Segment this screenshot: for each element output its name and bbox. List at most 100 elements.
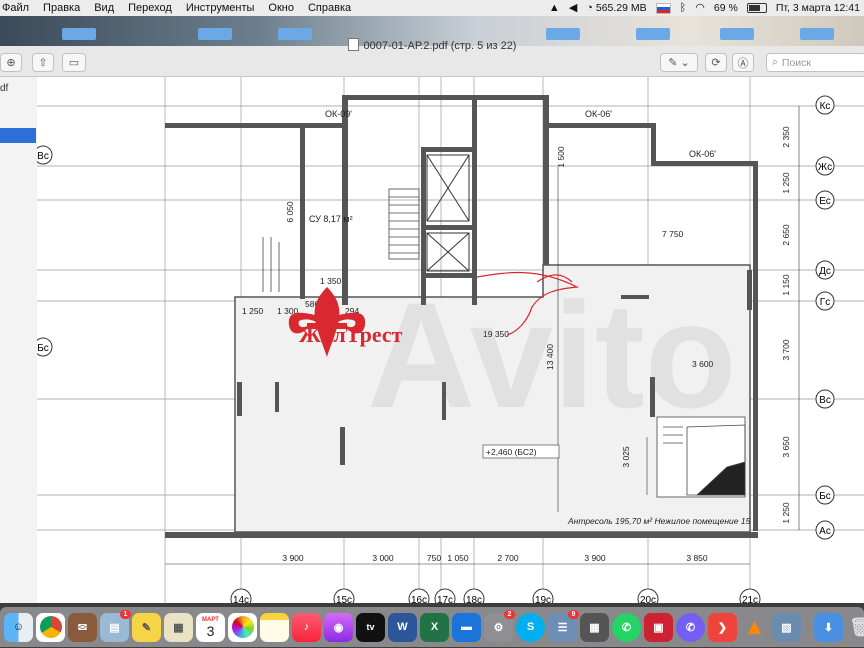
dim-bottom: 2 700	[497, 553, 519, 563]
language-flag-icon[interactable]	[655, 2, 671, 14]
vlc-icon[interactable]: ▲	[740, 613, 769, 642]
status-area: ▲ ◀ ◔ 565.29 MB ᛒ ◠ 69 % Пт, 3 марта 12:…	[549, 0, 860, 16]
menu-view[interactable]: Вид	[87, 2, 121, 14]
axis-label: 19с	[535, 595, 551, 603]
dim-bottom: 3 900	[584, 553, 606, 563]
avito-watermark-text: Avito	[367, 271, 736, 439]
axis-bubble: Вс	[37, 145, 53, 165]
battery-icon[interactable]	[746, 3, 767, 13]
menu-bar: Файл Правка Вид Переход Инструменты Окно…	[0, 0, 864, 16]
axis-bubble: 19с	[532, 588, 554, 603]
dim-right: 1 250	[781, 172, 791, 194]
dim-right: 1 250	[781, 502, 791, 524]
word-icon[interactable]: W	[388, 612, 417, 642]
battery-percent[interactable]: 69 %	[714, 2, 738, 14]
pdf-document-icon	[347, 38, 359, 51]
axis-bubble: 16с	[408, 588, 430, 603]
document-canvas[interactable]: Кс Жс Ес Дс Гс Вс Бс Ас Вс Бс 14с 15с 16…	[37, 77, 864, 603]
axis-bubble: 21с	[739, 588, 761, 603]
rotate-icon[interactable]: ⟳	[705, 53, 727, 72]
floor-plan-drawing: Кс Жс Ес Дс Гс Вс Бс Ас Вс Бс 14с 15с 16…	[37, 77, 864, 603]
menu-tools[interactable]: Инструменты	[179, 2, 262, 14]
menu-go[interactable]: Переход	[121, 2, 179, 14]
settings-icon[interactable]: ⚙ 2	[484, 609, 515, 642]
whatsapp-icon[interactable]: ✆	[612, 612, 641, 642]
axis-bubbles-bottom: 14с 15с 16с 17с 18с 19с 20с 21с	[230, 588, 761, 603]
notification-badge: 1	[120, 609, 131, 619]
menu-file[interactable]: Файл	[0, 2, 36, 14]
calendar-icon[interactable]: МАРТ 3	[196, 612, 225, 642]
volume-icon[interactable]: ◀	[569, 0, 577, 16]
preview-toolbar: 0007-01-АР.2.pdf (стр. 5 из 22) ⊕ ⇧ ▭ ✎ …	[0, 38, 864, 77]
sidebar-selected-item[interactable]	[0, 128, 36, 143]
dock: ☺ ✉ ▤ 1 ✎ ▦ МАРТ 3 ♪ ◉ tv W X ▬ ⚙ 2 S ☰ 9 ▦ …	[0, 603, 864, 648]
dock-shelf: ☺ ✉ ▤ 1 ✎ ▦ МАРТ 3 ♪ ◉ tv W X ▬ ⚙ 2 S ☰ 9 ▦ …	[0, 607, 864, 647]
app-icon[interactable]: ▦	[164, 612, 193, 642]
trash-icon[interactable]: 🗑	[846, 613, 864, 642]
axis-label: 20с	[640, 595, 656, 603]
memory-indicator[interactable]: ◔ 565.29 MB	[586, 0, 646, 16]
finder-icon[interactable]: ☺	[4, 612, 33, 642]
thumbnail-sidebar[interactable]: df	[0, 77, 38, 603]
axis-label: Вс	[37, 151, 49, 162]
app-icon[interactable]: ▣	[644, 612, 673, 642]
axis-bubble: 15с	[333, 588, 355, 603]
podcasts-icon[interactable]: ◉	[324, 612, 353, 642]
dim-right: 2 650	[781, 224, 791, 246]
axis-bubble: Гс	[815, 291, 835, 311]
axis-bubble: Жс	[815, 156, 835, 176]
axis-label: Бс	[819, 491, 831, 502]
anydesk-icon[interactable]: ❯	[708, 612, 737, 642]
window-mark: ОК-06'	[585, 109, 612, 119]
vlc-status-icon[interactable]: ▲	[549, 0, 560, 16]
downloads-icon[interactable]: ⬇	[814, 612, 843, 642]
chrome-icon[interactable]	[36, 612, 65, 642]
dim-inner: 3 025	[621, 446, 631, 468]
memory-value: 565.29 MB	[595, 2, 647, 14]
axis-label: Бс	[37, 343, 49, 354]
axis-bubble: 20с	[637, 588, 659, 603]
share-icon[interactable]: ⇧	[32, 53, 54, 72]
clock[interactable]: Пт, 3 марта 12:41	[776, 2, 860, 14]
dim-inner: 1 250	[242, 306, 264, 316]
markup-toolbar-icon[interactable]: Ⓐ	[732, 53, 754, 72]
axis-bubble: Вс	[815, 389, 835, 409]
axis-label: Ес	[819, 196, 831, 207]
avito-watermark: Avito	[367, 271, 736, 439]
excel-icon[interactable]: X	[420, 612, 449, 642]
bluetooth-icon[interactable]: ᛒ	[680, 0, 687, 16]
print-icon[interactable]: ▭	[62, 53, 86, 72]
app-icon[interactable]: ✉	[68, 612, 97, 642]
music-icon[interactable]: ♪	[292, 612, 321, 642]
calendar-day: 3	[206, 622, 215, 639]
wifi-icon[interactable]: ◠	[695, 0, 705, 16]
tv-icon[interactable]: tv	[356, 612, 385, 642]
zoom-in-button[interactable]: ⊕	[0, 53, 22, 72]
menu-edit[interactable]: Правка	[36, 2, 87, 14]
menu-window[interactable]: Окно	[261, 2, 301, 14]
axis-label: Жс	[818, 162, 832, 173]
preview-icon[interactable]: ▧	[772, 612, 801, 642]
calculator-icon[interactable]: ▦	[580, 612, 609, 642]
search-icon: ⌕	[772, 56, 778, 68]
axis-label: Вс	[819, 395, 831, 406]
stickies-icon[interactable]: ✎	[132, 612, 161, 642]
window-mark: ОК-06'	[689, 149, 716, 159]
skype-icon[interactable]: S	[516, 612, 545, 642]
notes-icon[interactable]	[260, 612, 289, 642]
photos-icon[interactable]	[228, 612, 257, 642]
messenger-icon[interactable]: ☰ 9	[548, 609, 579, 642]
plan-caption: Антресоль 195,70 м² Нежилое помещение 15	[567, 516, 751, 526]
axis-bubble: Ес	[815, 190, 835, 210]
menu-help[interactable]: Справка	[301, 2, 358, 14]
dim-right: 1 150	[781, 274, 791, 296]
axis-label: 15с	[336, 595, 352, 603]
dock-separator	[807, 612, 808, 642]
preview-icon[interactable]: ▤ 1	[100, 609, 131, 642]
dim-right: 3 700	[781, 339, 791, 361]
search-field[interactable]: ⌕ Поиск	[766, 53, 864, 72]
markup-pen-button[interactable]: ✎ ⌄	[660, 53, 698, 72]
axis-bubble: 14с	[230, 588, 252, 603]
keynote-icon[interactable]: ▬	[452, 612, 481, 642]
viber-icon[interactable]: ✆	[676, 612, 705, 642]
